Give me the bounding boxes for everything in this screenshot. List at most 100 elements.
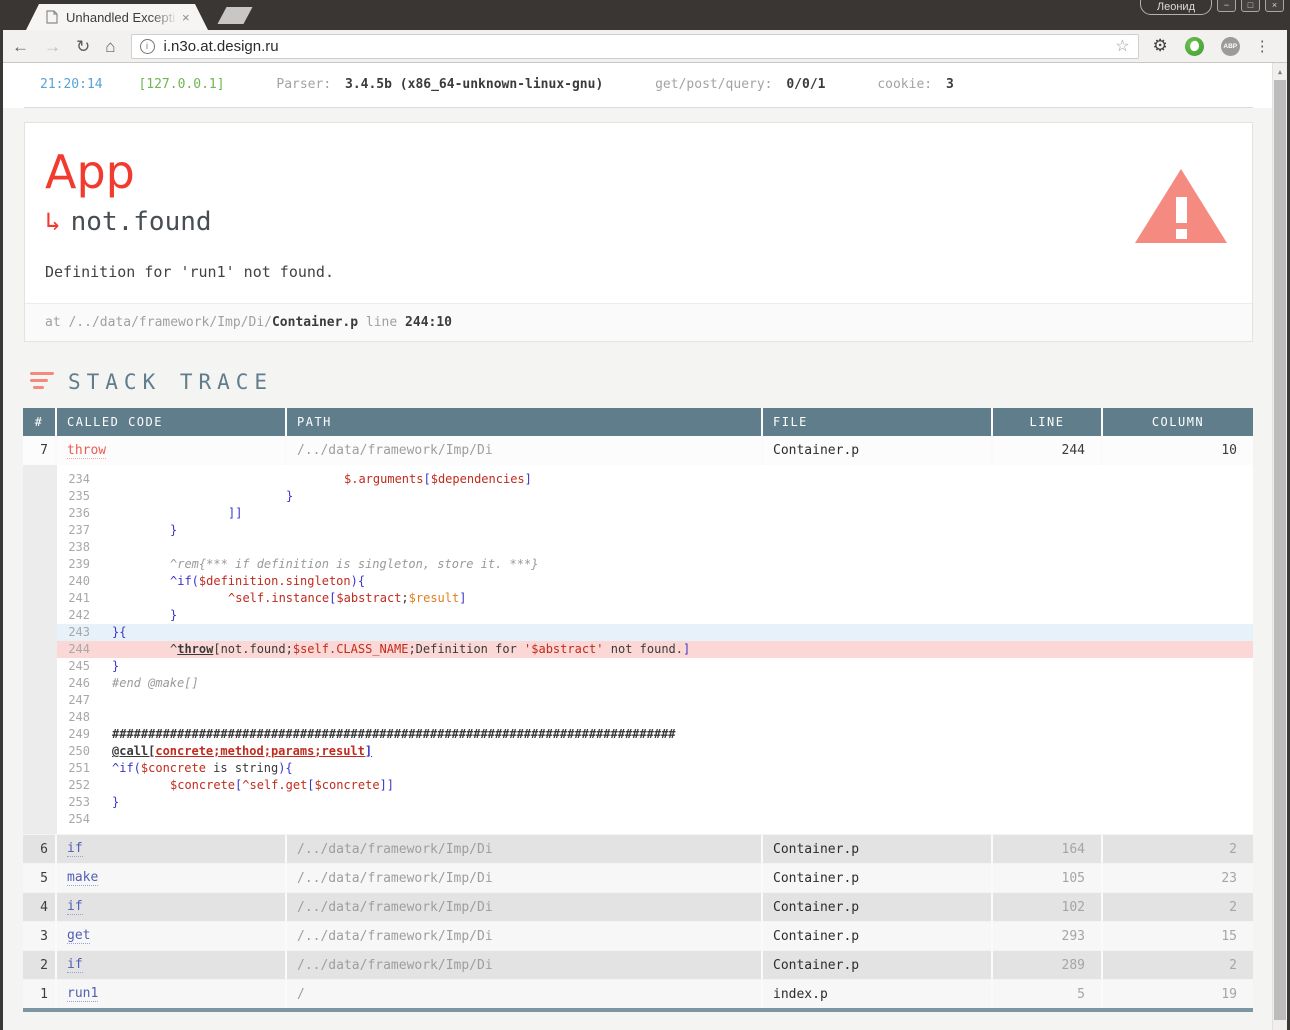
code-token: not found.: [603, 642, 683, 656]
file-cell: Container.p: [763, 864, 993, 892]
scrollbar[interactable]: ▲: [1272, 63, 1287, 1030]
called-code-cell: if: [57, 893, 287, 921]
called-code-cell: if: [57, 951, 287, 979]
code-token: $concrete: [140, 761, 206, 775]
line-number: 248: [68, 710, 90, 724]
col-header-num: #: [23, 408, 57, 436]
code-text: #end @make[]: [90, 675, 1253, 692]
column-cell: 2: [1229, 957, 1237, 973]
code-line: 234 $.arguments[$dependencies]: [57, 471, 1253, 488]
adblock-icon[interactable]: ABP: [1220, 36, 1240, 56]
code-token: $concrete: [314, 778, 380, 792]
code-line: 249 #####################################…: [57, 726, 1253, 743]
parser-value: 3.4.5b (x86_64-unknown-linux-gnu): [345, 77, 604, 92]
code-token: @call[: [112, 744, 156, 758]
status-ip: [127.0.0.1]: [138, 77, 225, 92]
column-cell: 15: [1221, 928, 1237, 944]
called-code-link[interactable]: if: [67, 899, 83, 915]
code-line: 236]]: [57, 505, 1253, 522]
code-token: is string: [205, 761, 279, 775]
url-text[interactable]: i.n3o.at.design.ru: [164, 38, 1116, 55]
called-code-link[interactable]: if: [67, 841, 83, 857]
code-line: 246 #end @make[]: [57, 675, 1253, 692]
warning-triangle-icon: [1135, 169, 1227, 243]
line-cell: 105: [993, 864, 1103, 892]
code-token: ^if(: [112, 761, 141, 775]
line-number: 253: [68, 795, 90, 809]
line-number: 239: [68, 557, 90, 571]
path-cell: /../data/framework/Imp/Di: [287, 864, 763, 892]
called-code-link[interactable]: run1: [67, 986, 99, 1002]
query-label: get/post/query:: [655, 77, 773, 92]
code-token: }{: [112, 625, 127, 639]
scrollbar-up-icon[interactable]: ▲: [1273, 63, 1287, 76]
called-code-link[interactable]: get: [67, 928, 91, 944]
code-token: #end @make[]: [112, 676, 199, 690]
minimize-button[interactable]: −: [1217, 0, 1236, 12]
maximize-button[interactable]: □: [1241, 0, 1260, 12]
code-token: [: [423, 472, 431, 486]
code-text: }: [90, 522, 1253, 539]
browser-tab[interactable]: Unhandled Excepti ×: [26, 4, 208, 30]
file-cell: Container.p: [763, 835, 993, 863]
file-cell: index.p: [763, 980, 993, 1008]
bookmark-star-icon[interactable]: ☆: [1115, 36, 1129, 56]
info-icon[interactable]: i: [139, 38, 155, 54]
called-code-cell: throw: [57, 436, 287, 465]
code-token: }: [286, 489, 294, 503]
stack-row: 7 throw /../data/framework/Imp/Di Container…: [23, 436, 1253, 465]
code-line: 238: [57, 539, 1253, 556]
stack-row: 4 if /../data/framework/Imp/Di Container.p 1…: [23, 893, 1253, 921]
line-cell: 164: [993, 835, 1103, 863]
menu-dots-icon[interactable]: ⋮: [1255, 37, 1270, 55]
reload-button-icon[interactable]: ↻: [76, 38, 90, 55]
tab-title: Unhandled Excepti: [66, 9, 178, 25]
code-line-error: 244 ^throw[not.found;$self.CLASS_NAME;Def…: [57, 641, 1253, 658]
code-line: 253}: [57, 794, 1253, 811]
code-text: }{: [90, 624, 1253, 641]
extension-icon[interactable]: [1184, 36, 1204, 56]
called-code-link[interactable]: make: [67, 870, 99, 886]
code-text: @call[concrete;method;params;result]: [90, 743, 1253, 760]
code-text: ^self.instance[$abstract;$result]: [90, 590, 1253, 607]
back-button-icon[interactable]: ←: [12, 38, 29, 55]
location-path: /../data/framework/Imp/Di/: [68, 315, 272, 330]
tab-close-icon[interactable]: ×: [182, 10, 190, 25]
called-code-link[interactable]: if: [67, 957, 83, 973]
code-line: 252 $concrete[^self.get[$concrete]]: [57, 777, 1253, 794]
browser-titlebar: Unhandled Excepti × Леонид − □ ×: [0, 0, 1290, 30]
table-bottom-bar: [23, 1008, 1253, 1012]
line-number: 234: [68, 472, 90, 486]
code-line: 251 ^if($concrete is string){: [57, 760, 1253, 777]
error-message: Definition for 'run1' not found.: [45, 263, 334, 281]
new-tab-button[interactable]: [217, 7, 253, 24]
code-line: 254: [57, 811, 1253, 828]
code-token: ]: [364, 744, 373, 758]
stack-row: 5 make /../data/framework/Imp/Di Container.…: [23, 864, 1253, 892]
cookie-label: cookie:: [877, 77, 933, 92]
code-token: ]]: [379, 778, 395, 792]
window-close-button[interactable]: ×: [1265, 0, 1284, 12]
row-number: 6: [23, 835, 57, 863]
line-number: 254: [68, 812, 90, 826]
code-line: 237}: [57, 522, 1253, 539]
called-code-link[interactable]: throw: [67, 443, 107, 459]
code-text: ^if($concrete is string){: [90, 760, 1253, 777]
col-header-file: FILE: [763, 408, 993, 436]
code-token: }: [112, 659, 120, 673]
code-token: ^self.instance: [228, 591, 330, 605]
code-line: 248: [57, 709, 1253, 726]
code-text: }: [90, 658, 1253, 675]
gear-icon[interactable]: ⚙: [1153, 36, 1168, 56]
scrollbar-thumb[interactable]: [1274, 80, 1286, 1020]
code-token: [not.found;: [213, 642, 293, 656]
home-button-icon[interactable]: ⌂: [105, 38, 115, 55]
table-header-row: # CALLED CODE PATH FILE LINE COLUMN: [23, 408, 1253, 436]
line-cell: 102: [993, 893, 1103, 921]
profile-button[interactable]: Леонид: [1139, 0, 1212, 15]
code-text: ########################################…: [90, 726, 1253, 743]
path-cell: /../data/framework/Imp/Di: [287, 835, 763, 863]
stack-row: 1 run1 /index.p 5 19: [23, 980, 1253, 1008]
url-bar[interactable]: i i.n3o.at.design.ru ☆: [130, 33, 1139, 59]
